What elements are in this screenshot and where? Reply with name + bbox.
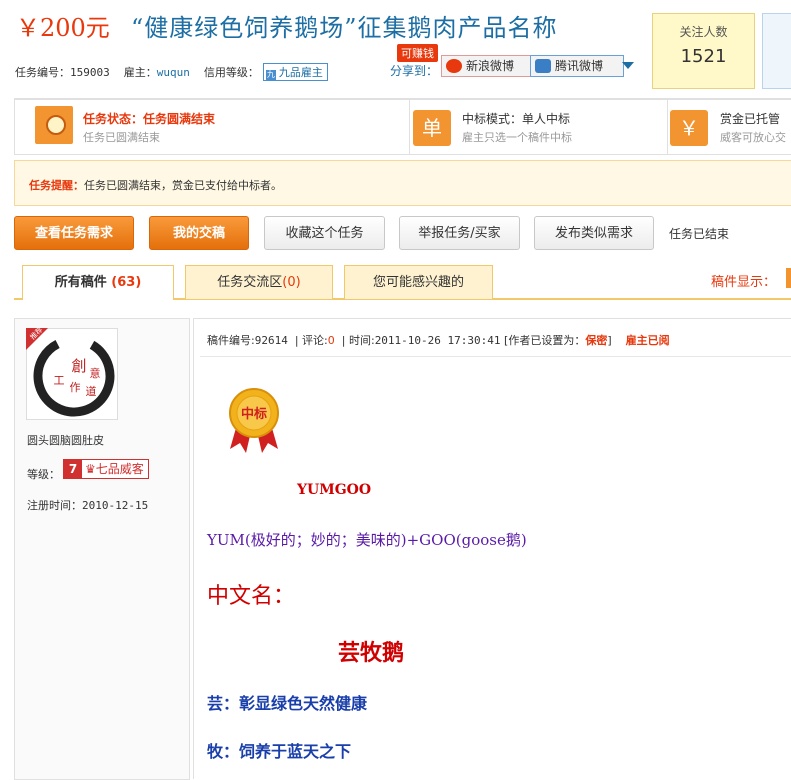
tab-may-interest[interactable]: 您可能感兴趣的: [344, 265, 493, 299]
level-icon: 九: [265, 70, 276, 80]
medal-icon: [35, 106, 73, 144]
display-toggle[interactable]: [786, 268, 791, 288]
employer-read-status: 雇主已阅: [625, 334, 670, 347]
post-similar-button[interactable]: 发布类似需求: [534, 216, 654, 250]
comment-count[interactable]: 0: [328, 334, 335, 347]
entry-meta: 稿件编号:92614 | 评论:0 | 时间:2011-10-26 17:30:…: [207, 334, 670, 347]
state-line: 任务状态：任务圆满结束: [83, 110, 215, 127]
reminder-label: 任务提醒：: [29, 179, 84, 192]
close-bracket: ]: [607, 334, 612, 347]
status-item-bounty: ￥ 赏金已托管 威客可放心交: [667, 100, 791, 154]
status-item-state: 任务状态：任务圆满结束 任务已圆满结束: [15, 100, 410, 154]
side-box: [762, 13, 791, 89]
state-label: 任务状态：: [83, 112, 144, 126]
tab-all-submissions[interactable]: 所有稿件 (63): [22, 265, 174, 300]
task-no: 159003: [70, 66, 110, 79]
win-badge-text: 中标: [241, 406, 267, 422]
mode-line: 中标模式：单人中标: [462, 110, 570, 127]
reminder-text: 任务已圆满结束，赏金已支付给中标者。: [84, 179, 282, 192]
level-number: 7: [64, 460, 82, 478]
follow-count: 1521: [680, 46, 727, 67]
recommend-ribbon: 推荐: [26, 325, 60, 365]
entry-chinese-name-label: 中文名：: [207, 584, 296, 609]
task-ended-text: 任务已结束: [669, 227, 730, 241]
level-badge: 7 ♛七品威客: [63, 459, 149, 479]
credit-level-badge[interactable]: 九九品雇主: [262, 63, 328, 81]
employer-label: 雇主：: [123, 66, 157, 79]
entry-time: 2011-10-26 17:30:41: [374, 334, 501, 347]
task-title: “健康绿色饲养鹅场”征集鹅肉产品名称: [131, 14, 558, 42]
tab-forum-count: (0): [282, 275, 301, 290]
credit-level: 九品雇主: [278, 66, 323, 79]
time-label: 时间:: [348, 334, 375, 347]
task-price: ￥200元: [16, 14, 110, 42]
task-reminder: 任务提醒：任务已圆满结束，赏金已支付给中标者。: [14, 160, 791, 206]
submission-display-label: 稿件显示：: [711, 275, 777, 290]
comment-label: 评论:: [302, 334, 328, 347]
author-name[interactable]: 圆头圆脑圆肚皮: [27, 432, 104, 448]
reg-label: 注册时间：: [27, 499, 82, 512]
share-tencent-label: 腾讯微博: [555, 59, 604, 73]
bounty-sub: 威客可放心交: [720, 131, 786, 144]
task-no-label: 任务编号：: [15, 66, 70, 79]
state-value: 任务圆满结束: [143, 112, 216, 126]
yen-escrow-icon: ￥: [670, 110, 708, 146]
mode-label: 中标模式：: [462, 112, 523, 126]
reminder-text-line: 任务提醒：任务已圆满结束，赏金已支付给中标者。: [29, 177, 282, 193]
share-more-chevron-down-icon[interactable]: [622, 62, 634, 69]
svg-text:道: 道: [86, 384, 97, 398]
entry-no-label: 稿件编号:: [207, 334, 255, 347]
task-meta: 任务编号：159003 雇主：wuqun 信用等级：九九品雇主: [15, 63, 328, 81]
svg-text:意: 意: [90, 366, 101, 380]
state-sub: 任务已圆满结束: [83, 131, 160, 144]
single-winner-icon: 单: [413, 110, 451, 146]
entry-english-name: YUMGOO: [297, 482, 372, 498]
entry-meaning-line-1: 芸：彰显绿色天然健康: [207, 694, 368, 713]
level-name: 七品威客: [95, 462, 144, 476]
svg-text:創: 創: [71, 357, 86, 375]
register-date: 注册时间：2010-12-15: [27, 497, 148, 513]
reg-date: 2010-12-15: [82, 499, 149, 512]
entry-divider: [200, 356, 791, 357]
svg-text:作: 作: [70, 381, 81, 394]
entry-meaning-line-2: 牧：饲养于蓝天之下: [207, 742, 352, 761]
level-label: 等级：: [27, 468, 60, 481]
tab-all-count: (63): [111, 275, 142, 290]
task-status-bar: 任务状态：任务圆满结束 任务已圆满结束 单 中标模式：单人中标 雇主只选一个稿件…: [14, 98, 791, 155]
tab-forum-label: 任务交流区: [217, 275, 283, 290]
mode-value: 单人中标: [522, 112, 571, 126]
status-item-mode: 单 中标模式：单人中标 雇主只选一个稿件中标: [409, 100, 668, 154]
tencent-weibo-icon: [535, 59, 551, 73]
bookmark-task-button[interactable]: 收藏这个任务: [264, 216, 385, 250]
author-setting: [作者已设置为：: [504, 334, 586, 347]
secret-status: 保密: [585, 334, 608, 347]
credit-label: 信用等级：: [203, 66, 259, 79]
tab-task-forum[interactable]: 任务交流区(0): [185, 265, 333, 299]
mode-sub: 雇主只选一个稿件中标: [462, 131, 572, 144]
my-submission-button[interactable]: 我的交稿: [149, 216, 249, 250]
bounty-label: 赏金已托管: [720, 112, 781, 126]
entry-chinese-name: 芸牧鹅: [338, 640, 405, 666]
winner-medal-icon: 中标: [228, 387, 280, 460]
report-task-button[interactable]: 举报任务/买家: [399, 216, 520, 250]
tab-all-label: 所有稿件: [54, 275, 107, 290]
weibo-icon: [446, 59, 462, 73]
svg-text:工: 工: [54, 374, 65, 387]
entry-no: 92614: [254, 334, 288, 347]
share-tencent-button[interactable]: 腾讯微博: [530, 55, 624, 77]
view-requirements-button[interactable]: 查看任务需求: [14, 216, 134, 250]
share-weibo-label: 新浪微博: [466, 59, 515, 73]
follow-count-box: 关注人数 1521: [652, 13, 755, 89]
crown-icon: ♛: [85, 462, 96, 476]
earn-money-badge: 可赚钱: [397, 44, 438, 62]
employer-link[interactable]: wuqun: [157, 66, 190, 79]
entry-english-meaning: YUM(极好的；妙的；美味的)+GOO(goose鹅): [207, 531, 527, 549]
share-weibo-button[interactable]: 新浪微博: [441, 55, 537, 77]
follow-label: 关注人数: [679, 25, 728, 39]
share-label: 分享到：: [390, 64, 439, 78]
